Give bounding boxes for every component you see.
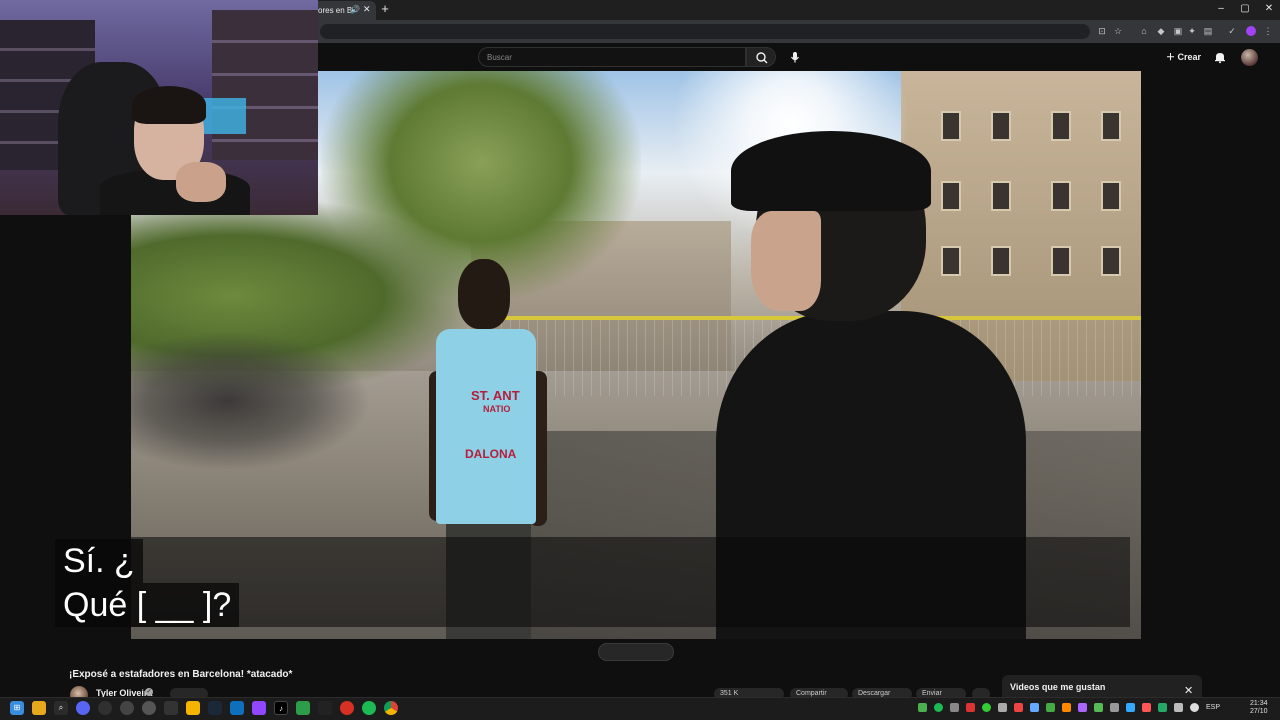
video-person-jersey xyxy=(436,329,536,524)
search-icon xyxy=(756,52,768,64)
video-host-cap xyxy=(731,131,931,211)
maximize-button[interactable]: ▢ xyxy=(1236,3,1254,15)
tab-close-icon[interactable]: ✕ xyxy=(363,4,371,15)
search-icon[interactable]: ⌕ xyxy=(54,701,68,715)
close-icon[interactable]: ✕ xyxy=(1184,684,1193,697)
app-icon[interactable] xyxy=(120,701,134,715)
caption-window xyxy=(131,537,1130,627)
tray-icon[interactable] xyxy=(1078,703,1087,712)
language-indicator[interactable]: ESP xyxy=(1206,704,1220,711)
install-app-icon[interactable]: ⊡ xyxy=(1096,25,1108,37)
streamer-hand xyxy=(176,162,226,202)
tray-icon[interactable] xyxy=(1142,703,1151,712)
tray-icon[interactable] xyxy=(998,703,1007,712)
plus-icon: ＋ xyxy=(1166,52,1176,62)
app-icon[interactable] xyxy=(318,701,332,715)
tray-icon[interactable] xyxy=(934,703,943,712)
jersey-text: DALONA xyxy=(465,447,517,461)
speaker-icon[interactable]: 🔊 xyxy=(350,5,360,14)
new-tab-button[interactable]: + xyxy=(378,2,392,16)
jersey-text: NATIO xyxy=(483,404,511,414)
spotify-icon[interactable] xyxy=(362,701,376,715)
video-host-face xyxy=(751,211,821,311)
address-bar[interactable] xyxy=(320,24,1090,39)
twitch-icon[interactable] xyxy=(252,701,266,715)
tray-icon[interactable] xyxy=(918,703,927,712)
tray-icon[interactable] xyxy=(1094,703,1103,712)
streamer-hair xyxy=(132,86,206,124)
tray-icon[interactable] xyxy=(982,703,991,712)
share-label: Compartir xyxy=(796,690,827,697)
create-label: Crear xyxy=(1177,52,1202,62)
app-icon[interactable] xyxy=(98,701,112,715)
webcam-shelf xyxy=(212,10,318,160)
app-icon[interactable] xyxy=(186,701,200,715)
app-icon[interactable] xyxy=(296,701,310,715)
extension-icon[interactable]: ▣ xyxy=(1172,25,1184,37)
reading-list-icon[interactable]: ▤ xyxy=(1202,25,1214,37)
liked-videos-title: Videos que me gustan xyxy=(1010,682,1106,692)
send-label: Enviar xyxy=(922,690,942,697)
notifications-bell-icon[interactable] xyxy=(1213,50,1227,64)
extension-icon[interactable]: ⌂ xyxy=(1138,25,1150,37)
app-icon[interactable] xyxy=(76,701,90,715)
puzzle-icon[interactable]: ✦ xyxy=(1186,25,1198,37)
more-menu-icon[interactable]: ⋮ xyxy=(1262,25,1274,37)
microphone-icon[interactable] xyxy=(1190,703,1199,712)
system-clock[interactable]: 21:34 27/10 xyxy=(1250,700,1268,716)
profile-icon[interactable] xyxy=(1246,26,1256,36)
clock-date: 27/10 xyxy=(1250,708,1268,715)
video-title: ¡Exposé a estafadores en Barcelona! *ata… xyxy=(69,669,293,680)
tray-icon[interactable] xyxy=(1158,703,1167,712)
tab-title: ores en B xyxy=(318,6,353,15)
tray-icon[interactable] xyxy=(1126,703,1135,712)
tray-icon[interactable] xyxy=(1014,703,1023,712)
tiktok-icon[interactable]: ♪ xyxy=(274,701,288,715)
account-avatar[interactable] xyxy=(1241,49,1258,66)
webcam-overlay xyxy=(0,0,318,215)
player-controls-hint[interactable] xyxy=(598,643,674,661)
create-button[interactable]: ＋ Crear xyxy=(1166,50,1201,63)
download-label: Descargar xyxy=(858,690,891,697)
tray-icon[interactable] xyxy=(1046,703,1055,712)
caption-line: Qué [ __ ]? xyxy=(55,583,240,627)
tray-icon[interactable] xyxy=(1062,703,1071,712)
tray-icon[interactable] xyxy=(1030,703,1039,712)
clock-time: 21:34 xyxy=(1250,700,1268,707)
video-scene-crowd xyxy=(131,331,371,471)
file-explorer-icon[interactable] xyxy=(32,701,46,715)
video-person-head xyxy=(458,259,510,329)
tray-icon[interactable] xyxy=(950,703,959,712)
windows-start-icon[interactable]: ⊞ xyxy=(10,701,24,715)
like-count: 351 K xyxy=(720,690,739,697)
steam-icon[interactable] xyxy=(208,701,222,715)
extension-icon[interactable]: ✓ xyxy=(1226,25,1238,37)
chrome-icon[interactable] xyxy=(384,701,398,715)
browser-tab[interactable]: ores en B 🔊 ✕ xyxy=(310,1,376,20)
search-input[interactable]: Buscar xyxy=(478,47,746,67)
app-icon[interactable] xyxy=(164,701,178,715)
tray-icon[interactable] xyxy=(1110,703,1119,712)
tray-icon[interactable] xyxy=(1174,703,1183,712)
close-window-button[interactable]: ✕ xyxy=(1260,3,1278,15)
app-icon[interactable] xyxy=(340,701,354,715)
search-button[interactable] xyxy=(746,47,776,67)
caption-line: Sí. ¿ xyxy=(55,539,143,583)
tray-icon[interactable] xyxy=(966,703,975,712)
app-icon[interactable] xyxy=(230,701,244,715)
verified-badge-icon: ✓ xyxy=(145,688,153,696)
bookmark-star-icon[interactable]: ☆ xyxy=(1112,25,1124,37)
microphone-icon[interactable] xyxy=(788,50,802,64)
extension-icon[interactable]: ◆ xyxy=(1155,25,1167,37)
app-icon[interactable] xyxy=(142,701,156,715)
minimize-button[interactable]: – xyxy=(1212,3,1230,15)
jersey-text: ST. ANT xyxy=(471,388,520,403)
